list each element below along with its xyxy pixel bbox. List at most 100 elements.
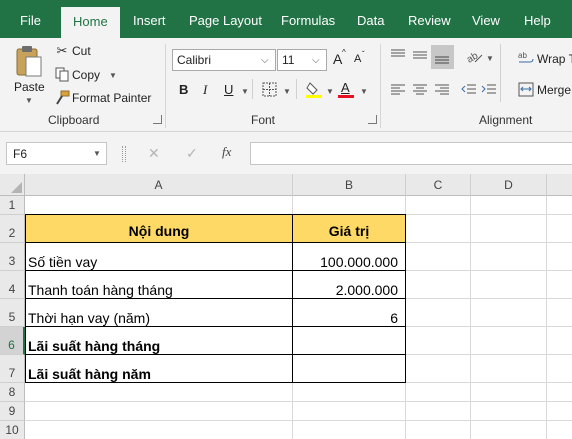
row-header-1[interactable]: 1	[0, 196, 25, 215]
name-box[interactable]: F6 ▼	[6, 142, 107, 165]
tab-home[interactable]: Home	[61, 7, 120, 38]
align-center-icon[interactable]	[412, 83, 428, 97]
cell-a4[interactable]: Thanh toán hàng tháng	[28, 271, 290, 298]
copy-button[interactable]: Copy ▼	[54, 66, 124, 84]
column-header-a[interactable]: A	[25, 174, 293, 196]
gridline	[25, 420, 572, 421]
paste-icon	[16, 46, 42, 77]
paste-label: Paste	[14, 80, 45, 94]
font-dialog-launcher-icon[interactable]	[368, 115, 377, 124]
tab-insert[interactable]: Insert	[133, 0, 166, 38]
wrap-text-icon: ab	[518, 51, 534, 63]
chevron-down-icon: ⌵	[261, 55, 269, 66]
select-all-corner[interactable]	[0, 174, 25, 196]
align-middle-icon[interactable]	[412, 48, 428, 62]
cell-b2[interactable]: Giá trị	[293, 215, 405, 242]
cell-a2[interactable]: Nội dung	[26, 215, 292, 242]
row-header-4[interactable]: 4	[0, 271, 25, 299]
shrink-font-button[interactable]: A ˇ	[352, 50, 370, 70]
ribbon-separator	[165, 44, 166, 128]
font-name-select[interactable]: Calibri ⌵	[172, 49, 276, 71]
formula-bar-grip[interactable]	[122, 146, 126, 162]
insert-function-icon[interactable]: fx	[222, 144, 231, 160]
cell-b6[interactable]	[293, 327, 398, 354]
tab-help[interactable]: Help	[524, 0, 551, 38]
tab-data[interactable]: Data	[357, 0, 384, 38]
borders-icon[interactable]	[262, 82, 277, 97]
cell-b5[interactable]: 6	[293, 299, 398, 326]
clipboard-group-label: Clipboard	[48, 113, 100, 127]
font-color-letter: A	[341, 80, 350, 95]
column-header-d[interactable]: D	[471, 174, 547, 196]
align-right-icon[interactable]	[434, 83, 450, 97]
paste-button[interactable]: Paste ▼	[10, 44, 48, 108]
row-header-2[interactable]: 2	[0, 215, 25, 243]
cell-a5[interactable]: Thời hạn vay (năm)	[28, 299, 290, 326]
column-header-b[interactable]: B	[293, 174, 406, 196]
paintbrush-icon	[56, 90, 70, 105]
cell-a3[interactable]: Số tiền vay	[28, 243, 290, 270]
grow-font-button[interactable]: A ^	[331, 48, 349, 70]
fill-color-icon[interactable]	[306, 80, 322, 98]
align-bottom-icon	[435, 56, 449, 64]
font-divider	[296, 79, 297, 99]
font-group-label: Font	[251, 113, 276, 127]
column-header-e-partial[interactable]	[547, 174, 572, 196]
underline-button[interactable]: U	[224, 82, 233, 97]
tab-file[interactable]: File	[20, 0, 41, 38]
row-header-7[interactable]: 7	[0, 355, 25, 383]
gridline	[25, 401, 572, 402]
cell-a6[interactable]: Lãi suất hàng tháng	[28, 327, 290, 354]
row-header-3[interactable]: 3	[0, 243, 25, 271]
wrap-text-button[interactable]: ab Wrap T	[518, 50, 572, 68]
clipboard-dialog-launcher-icon[interactable]	[153, 115, 162, 124]
merge-label: Merge	[537, 83, 572, 97]
tab-page-layout[interactable]: Page Layout	[189, 0, 262, 38]
align-top-icon[interactable]	[390, 48, 406, 62]
increase-indent-icon[interactable]	[481, 83, 497, 97]
align-left-icon[interactable]	[390, 83, 406, 97]
svg-text:ab: ab	[518, 51, 527, 60]
font-color-button[interactable]: A	[338, 80, 356, 98]
enter-icon[interactable]: ✓	[186, 145, 198, 162]
row-header-5[interactable]: 5	[0, 299, 25, 327]
merge-icon	[518, 82, 534, 97]
row-header-6[interactable]: 6	[0, 327, 25, 355]
tab-formulas[interactable]: Formulas	[281, 0, 335, 38]
font-size-value: 11	[282, 53, 295, 67]
font-color-swatch	[338, 95, 354, 98]
decrease-indent-icon[interactable]	[461, 83, 477, 97]
cut-label: Cut	[72, 44, 91, 58]
cut-button[interactable]: ✂ Cut	[54, 43, 114, 61]
align-bottom-button[interactable]	[431, 45, 454, 69]
cell-a7[interactable]: Lãi suất hàng năm	[28, 355, 290, 382]
row-header-10[interactable]: 10	[0, 421, 25, 439]
name-box-value: F6	[13, 147, 28, 161]
caret-down-icon: ˇ	[362, 50, 365, 59]
bold-button[interactable]: B	[179, 82, 188, 97]
chevron-down-icon: ▼	[360, 87, 368, 96]
gridline	[470, 196, 471, 439]
italic-button[interactable]: I	[203, 82, 207, 98]
chevron-down-icon: ▼	[25, 96, 33, 105]
scissors-icon: ✂	[56, 43, 68, 58]
row-header-8[interactable]: 8	[0, 383, 25, 402]
copy-label: Copy	[72, 68, 101, 82]
orientation-icon[interactable]: ab	[465, 48, 483, 64]
merge-center-button[interactable]: Merge	[518, 81, 572, 99]
cell-b3[interactable]: 100.000.000	[293, 243, 398, 270]
tab-review[interactable]: Review	[408, 0, 451, 38]
format-painter-button[interactable]: Format Painter	[54, 89, 154, 107]
gridline	[546, 196, 547, 439]
formula-input[interactable]	[250, 142, 572, 165]
cell-b7[interactable]	[293, 355, 398, 382]
column-header-c[interactable]: C	[406, 174, 471, 196]
cancel-icon[interactable]: ✕	[148, 145, 160, 162]
row-header-9[interactable]: 9	[0, 402, 25, 421]
cell-b4[interactable]: 2.000.000	[293, 271, 398, 298]
font-size-select[interactable]: 11 ⌵	[277, 49, 327, 71]
tab-view[interactable]: View	[472, 0, 500, 38]
chevron-down-icon: ▼	[109, 71, 117, 80]
wrap-text-label: Wrap T	[537, 52, 572, 66]
chevron-down-icon: ⌵	[312, 55, 320, 66]
